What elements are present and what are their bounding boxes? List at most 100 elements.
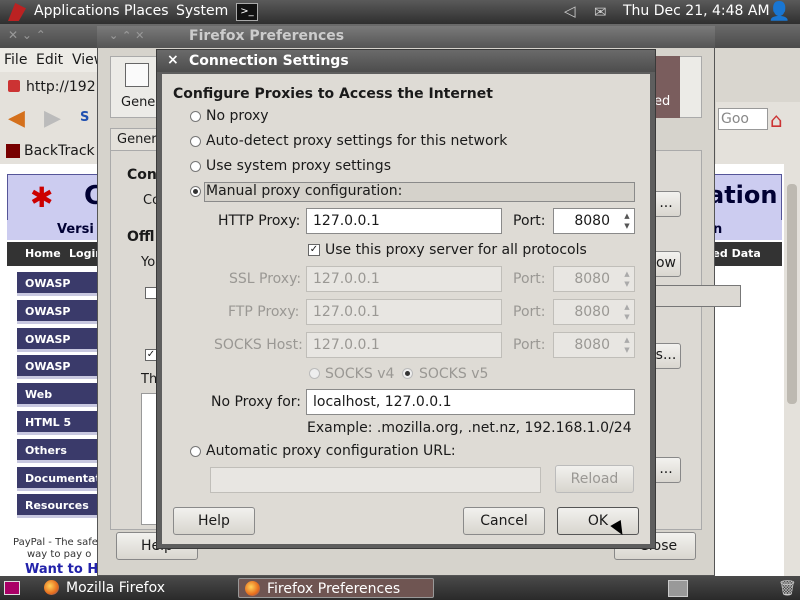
help-button[interactable]: Help bbox=[173, 507, 255, 535]
back-icon[interactable]: ◀ bbox=[8, 106, 25, 131]
offline-text-2: Th bbox=[141, 372, 158, 387]
socks-v5-radio[interactable] bbox=[402, 368, 413, 379]
menu-file[interactable]: File bbox=[4, 52, 27, 68]
socks-port-input[interactable]: 8080 ▲ ▼ bbox=[553, 332, 635, 358]
port-spinner-icon[interactable]: ▲ ▼ bbox=[622, 269, 632, 289]
auto-detect-label[interactable]: Auto-detect proxy settings for this netw… bbox=[206, 133, 507, 149]
menu-applications[interactable]: Applications bbox=[34, 3, 120, 19]
manual-proxy-radio[interactable] bbox=[190, 186, 201, 197]
auto-config-radio[interactable] bbox=[190, 446, 201, 457]
workspace-switcher-icon[interactable] bbox=[668, 580, 688, 597]
prefs-window-controls-icon[interactable]: ⌄ ⌃ ✕ bbox=[109, 29, 144, 42]
general-pane-label[interactable]: Gene bbox=[121, 95, 155, 110]
task-mozilla-firefox[interactable]: Mozilla Firefox bbox=[38, 578, 256, 598]
want-link[interactable]: Want to H bbox=[25, 562, 98, 577]
ftp-proxy-label: FTP Proxy: bbox=[228, 304, 300, 320]
auto-config-label[interactable]: Automatic proxy configuration URL: bbox=[206, 443, 456, 459]
bookmark-backtrack[interactable]: BackTrack bbox=[24, 143, 95, 159]
auto-detect-radio[interactable] bbox=[190, 136, 201, 147]
general-pane-icon[interactable] bbox=[125, 63, 149, 87]
ftp-proxy-input[interactable]: 127.0.0.1 bbox=[306, 299, 502, 325]
socks-v5-label[interactable]: SOCKS v5 bbox=[419, 366, 488, 382]
top-panel: Applications Places System >_ ◁ ✉ Thu De… bbox=[0, 0, 800, 24]
menu-edit[interactable]: Edit bbox=[36, 52, 63, 68]
show-desktop-icon[interactable] bbox=[4, 581, 20, 595]
task-label: Mozilla Firefox bbox=[66, 580, 166, 596]
ftp-port-input[interactable]: 8080 ▲ ▼ bbox=[553, 299, 635, 325]
page-scrollbar[interactable] bbox=[784, 164, 800, 576]
no-proxy-example: Example: .mozilla.org, .net.nz, 192.168.… bbox=[307, 420, 632, 436]
user-icon[interactable]: 👤 bbox=[768, 1, 790, 22]
banner-title-fragment: ation bbox=[708, 181, 778, 209]
prefs-title: Firefox Preferences bbox=[189, 28, 345, 44]
manual-proxy-label[interactable]: Manual proxy configuration: bbox=[206, 183, 402, 199]
owasp-item[interactable]: OWASP 2017 bbox=[17, 272, 103, 314]
reload-button[interactable]: Reload bbox=[555, 465, 634, 493]
search-input[interactable]: Goo bbox=[718, 108, 768, 130]
close-icon[interactable]: × bbox=[167, 52, 179, 68]
terminal-icon[interactable]: >_ bbox=[236, 3, 258, 21]
nav-right: Goo ⌂ bbox=[716, 102, 800, 138]
no-proxy-for-input[interactable]: localhost, 127.0.0.1 bbox=[306, 389, 635, 415]
backtrack-icon bbox=[6, 144, 20, 158]
http-port-input[interactable]: 8080 ▲ ▼ bbox=[553, 208, 635, 234]
scrollbar-thumb[interactable] bbox=[787, 184, 797, 404]
owasp-item[interactable]: OWASP 2010 bbox=[17, 328, 103, 370]
owasp-item[interactable]: HTML 5 bbox=[17, 411, 103, 435]
no-proxy-label[interactable]: No proxy bbox=[206, 108, 269, 124]
menu-system[interactable]: System bbox=[176, 3, 228, 19]
offline-text: Yo bbox=[141, 255, 156, 270]
socks-host-input[interactable]: 127.0.0.1 bbox=[306, 332, 502, 358]
no-proxy-radio[interactable] bbox=[190, 111, 201, 122]
socks-port-label: Port: bbox=[513, 337, 546, 353]
port-spinner-icon[interactable]: ▲ ▼ bbox=[622, 302, 632, 322]
advanced-pane-label: ed bbox=[654, 94, 671, 109]
nav-right[interactable]: red Data bbox=[707, 247, 761, 260]
no-proxy-for-label: No Proxy for: bbox=[211, 394, 302, 410]
backtrack-dragon-icon[interactable] bbox=[8, 3, 26, 21]
owasp-sidebar: OWASP 2017 OWASP 2013 OWASP 2010 OWASP 2… bbox=[7, 174, 120, 577]
owasp-item[interactable]: Others bbox=[17, 439, 103, 463]
port-spinner-icon[interactable]: ▲ ▼ bbox=[622, 211, 632, 231]
auto-config-url-input[interactable] bbox=[210, 467, 541, 493]
volume-icon[interactable]: ◁ bbox=[564, 2, 576, 20]
window-controls-icon[interactable]: ✕ ⌄ ⌃ bbox=[8, 28, 46, 42]
owasp-item[interactable]: Documentation bbox=[17, 467, 120, 491]
task-firefox-preferences[interactable]: Firefox Preferences bbox=[238, 578, 434, 598]
port-spinner-icon[interactable]: ▲ ▼ bbox=[622, 335, 632, 355]
bookmarks-toolbar: BackTrack bbox=[0, 138, 110, 164]
navigation-toolbar: ◀ ▶ S bbox=[0, 102, 110, 138]
configure-heading: Configure Proxies to Access the Internet bbox=[173, 86, 493, 102]
menu-places[interactable]: Places bbox=[124, 3, 169, 19]
socks-v4-label[interactable]: SOCKS v4 bbox=[325, 366, 394, 382]
owasp-item[interactable]: Resources bbox=[17, 494, 103, 518]
use-for-all-label[interactable]: Use this proxy server for all protocols bbox=[325, 242, 587, 258]
system-proxy-label[interactable]: Use system proxy settings bbox=[206, 158, 391, 174]
ftp-port-label: Port: bbox=[513, 304, 546, 320]
http-proxy-input[interactable]: 127.0.0.1 bbox=[306, 208, 502, 234]
owasp-item[interactable]: OWASP 2013 bbox=[17, 300, 103, 342]
ssl-port-input[interactable]: 8080 ▲ ▼ bbox=[553, 266, 635, 292]
ftp-port-value: 8080 bbox=[574, 304, 610, 320]
use-for-all-checkbox[interactable]: ✓ bbox=[308, 244, 320, 256]
http-proxy-label: HTTP Proxy: bbox=[218, 213, 301, 229]
paypal-text: PayPal - The safe bbox=[13, 537, 98, 548]
home-icon[interactable]: ⌂ bbox=[770, 108, 783, 132]
owasp-item[interactable]: Web Services bbox=[17, 383, 103, 425]
dialog-titlebar: × Connection Settings bbox=[157, 50, 655, 72]
socks-port-value: 8080 bbox=[574, 337, 610, 353]
preferences-titlebar: ⌄ ⌃ ✕ Firefox Preferences bbox=[97, 26, 715, 48]
owasp-item[interactable]: OWASP 2007 bbox=[17, 355, 103, 397]
ssl-proxy-input[interactable]: 127.0.0.1 bbox=[306, 266, 502, 292]
clock[interactable]: Thu Dec 21, 4:48 AM bbox=[623, 3, 770, 19]
trash-icon[interactable]: 🗑 bbox=[778, 579, 797, 597]
cancel-button[interactable]: Cancel bbox=[463, 507, 545, 535]
ssl-port-value: 8080 bbox=[574, 271, 610, 287]
dialog-title: Connection Settings bbox=[189, 53, 349, 69]
mail-icon[interactable]: ✉ bbox=[594, 3, 607, 21]
forward-icon[interactable]: ▶ bbox=[44, 106, 61, 131]
task-label: Firefox Preferences bbox=[267, 581, 401, 597]
socks-v4-radio[interactable] bbox=[309, 368, 320, 379]
system-proxy-radio[interactable] bbox=[190, 161, 201, 172]
dialog-body: Configure Proxies to Access the Internet… bbox=[162, 74, 650, 544]
